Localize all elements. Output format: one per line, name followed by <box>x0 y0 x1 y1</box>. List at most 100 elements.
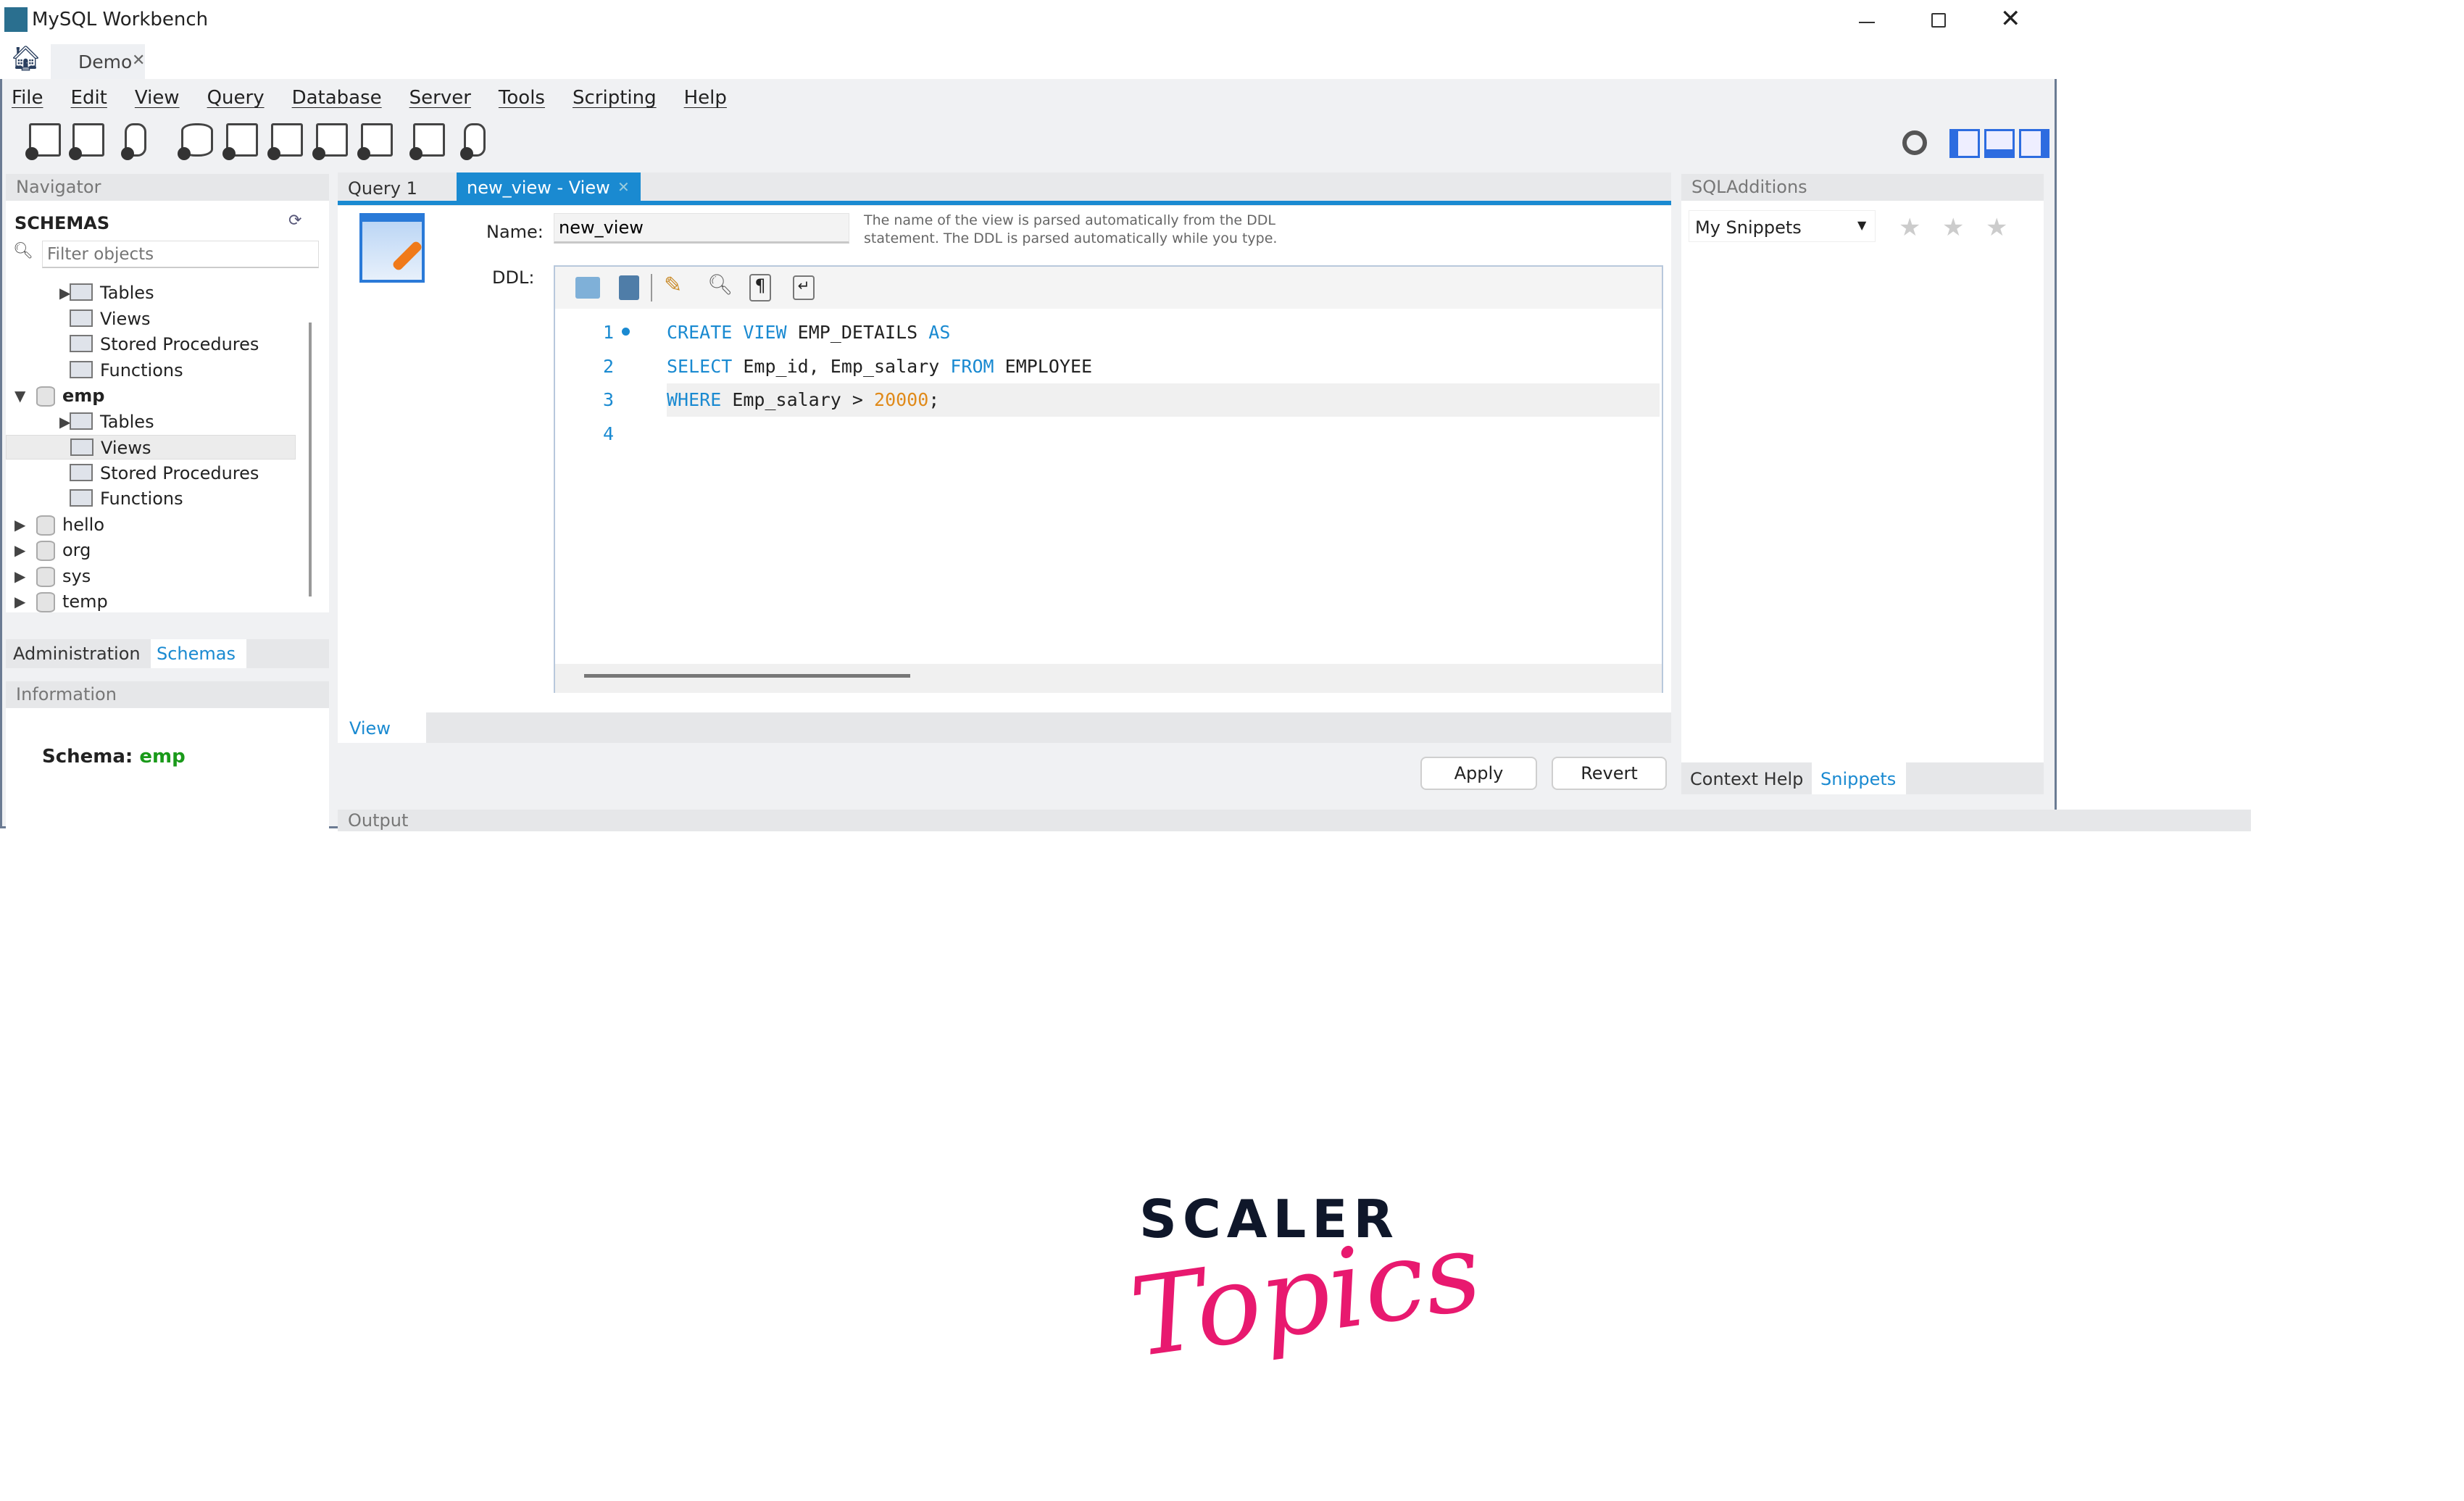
tab-schemas[interactable]: Schemas <box>151 639 246 668</box>
tree-item[interactable]: ▶ Tables <box>6 280 296 305</box>
create-schema-icon[interactable] <box>178 123 213 160</box>
search-table-data-icon[interactable] <box>409 123 445 160</box>
menu-file[interactable]: File <box>12 87 43 116</box>
beautify-icon[interactable]: ✎ <box>664 273 682 298</box>
reconnect-icon[interactable] <box>460 123 486 160</box>
name-description: The name of the view is parsed automatic… <box>864 212 1277 248</box>
menu-help[interactable]: Help <box>684 87 727 116</box>
revert-button[interactable]: Revert <box>1552 757 1667 790</box>
tab-query-1[interactable]: Query 1 <box>348 178 417 199</box>
navigator-panel: Navigator SCHEMAS ⟳ 🔍︎ ▶TablesViewsStore… <box>6 174 329 612</box>
tab-view[interactable]: View <box>338 712 426 743</box>
close-icon[interactable]: ✕ <box>2000 4 2021 33</box>
ddl-editor[interactable]: ✎ 🔍︎ ¶ ↵ 1 CREATE VIEW EMP_DETAILS AS 2 SEL… <box>554 265 1663 693</box>
mysql-workbench-window: MySQL Workbench ✕ 🏠︎ Demo ✕ File Edit Vi… <box>0 0 2464 831</box>
tab-label: Demo <box>78 51 133 72</box>
horizontal-scrollbar-track <box>555 664 1662 693</box>
horizontal-scrollbar-thumb[interactable] <box>584 674 910 678</box>
find-icon[interactable]: 🔍︎ <box>707 273 733 296</box>
line-number: 3 <box>603 389 615 410</box>
tree-item[interactable]: ▶ Tables <box>6 409 296 434</box>
snippets-select-value: My Snippets <box>1695 217 1802 238</box>
expand-arrow-icon[interactable]: ▶ <box>14 512 25 537</box>
tree-item-label: Functions <box>100 488 183 509</box>
toggle-secondary-sidebar-icon[interactable] <box>2019 129 2049 158</box>
database-icon <box>36 592 55 612</box>
tree-item[interactable]: ▶ temp <box>6 589 296 614</box>
collapse-arrow-icon[interactable]: ▼ <box>14 383 25 408</box>
tab-snippets[interactable]: Snippets <box>1812 762 1906 794</box>
view-name-input[interactable] <box>554 213 849 244</box>
tree-scrollbar[interactable] <box>309 323 312 596</box>
menu-scripting[interactable]: Scripting <box>573 87 657 116</box>
word-wrap-icon[interactable]: ↵ <box>793 275 815 300</box>
tab-administration[interactable]: Administration <box>13 644 141 664</box>
invisible-chars-icon[interactable]: ¶ <box>749 274 771 302</box>
tree-item-label: Views <box>100 308 151 329</box>
apply-button[interactable]: Apply <box>1420 757 1537 790</box>
replace-snippet-icon[interactable]: ★ <box>1942 213 1964 242</box>
open-sql-script-icon[interactable] <box>69 123 104 160</box>
tree-item[interactable]: ▶ org <box>6 538 296 562</box>
sql-additions-panel: SQLAdditions My Snippets ▼ ★ ★ ★ <box>1681 174 2044 762</box>
menu-server[interactable]: Server <box>409 87 471 116</box>
connection-tabs: 🏠︎ Demo ✕ <box>0 40 2464 79</box>
menu-database[interactable]: Database <box>292 87 382 116</box>
menu-view[interactable]: View <box>135 87 180 116</box>
close-tab-icon[interactable]: ✕ <box>132 51 145 70</box>
view-editor-bottom-tabs: View <box>338 712 1671 743</box>
create-view-icon[interactable] <box>267 123 303 160</box>
app-icon <box>4 7 28 32</box>
database-icon <box>36 566 55 587</box>
expand-arrow-icon[interactable]: ▶ <box>14 589 25 614</box>
expand-arrow-icon[interactable]: ▶ <box>14 538 25 562</box>
create-table-icon[interactable] <box>222 123 258 160</box>
toggle-output-icon[interactable] <box>1984 129 2015 158</box>
tab-context-help[interactable]: Context Help <box>1690 769 1803 789</box>
code-token: CREATE VIEW <box>667 322 787 343</box>
refresh-icon[interactable]: ⟳ <box>288 212 301 230</box>
copy-snippet-icon[interactable]: ★ <box>1986 213 2007 242</box>
sql-additions-header: SQLAdditions <box>1681 174 2044 201</box>
folder-icon <box>70 463 93 481</box>
close-tab-icon[interactable]: ✕ <box>617 178 630 196</box>
tree-item[interactable]: Stored Procedures <box>6 332 296 357</box>
home-icon[interactable]: 🏠︎ <box>10 44 41 73</box>
folder-icon <box>70 309 93 327</box>
tree-item-label: Functions <box>100 359 183 381</box>
tree-item[interactable]: Functions <box>6 358 296 383</box>
snippets-select[interactable]: My Snippets ▼ <box>1689 210 1876 242</box>
restore-icon[interactable] <box>1931 13 1946 28</box>
tree-item[interactable]: ▼ emp <box>6 383 296 408</box>
tab-new-view-label: new_view - View <box>467 178 610 198</box>
toggle-sidebar-icon[interactable] <box>1949 129 1980 158</box>
database-icon <box>36 515 55 536</box>
tree-item[interactable]: Views <box>6 307 296 331</box>
minimize-icon[interactable] <box>1859 22 1875 23</box>
chevron-down-icon: ▼ <box>1857 218 1867 232</box>
settings-gear-icon[interactable] <box>1902 130 1927 155</box>
insert-snippet-icon[interactable]: ★ <box>1899 213 1920 242</box>
tree-item[interactable]: ▶ sys <box>6 564 296 589</box>
expand-arrow-icon[interactable]: ▶ <box>14 564 25 589</box>
tree-item[interactable]: Views <box>6 435 296 460</box>
menu-edit[interactable]: Edit <box>71 87 107 116</box>
tree-item[interactable]: Functions <box>6 486 296 511</box>
menu-tools[interactable]: Tools <box>499 87 545 116</box>
create-function-icon[interactable] <box>357 123 393 160</box>
folder-icon <box>70 489 93 507</box>
tree-item[interactable]: ▶ hello <box>6 512 296 537</box>
filter-objects-input[interactable] <box>42 241 319 268</box>
folder-icon <box>70 335 93 352</box>
open-file-icon[interactable] <box>575 277 600 299</box>
tab-demo[interactable]: Demo ✕ <box>51 44 145 79</box>
tab-new-view[interactable]: new_view - View ✕ <box>457 172 641 201</box>
folder-icon <box>70 412 93 430</box>
tree-item[interactable]: Stored Procedures <box>6 461 296 486</box>
tree-item-label: Views <box>101 438 151 458</box>
menu-query[interactable]: Query <box>207 87 265 116</box>
create-procedure-icon[interactable] <box>312 123 348 160</box>
inspector-icon[interactable] <box>121 123 146 160</box>
new-sql-tab-icon[interactable] <box>25 123 61 160</box>
save-icon[interactable] <box>619 275 639 300</box>
